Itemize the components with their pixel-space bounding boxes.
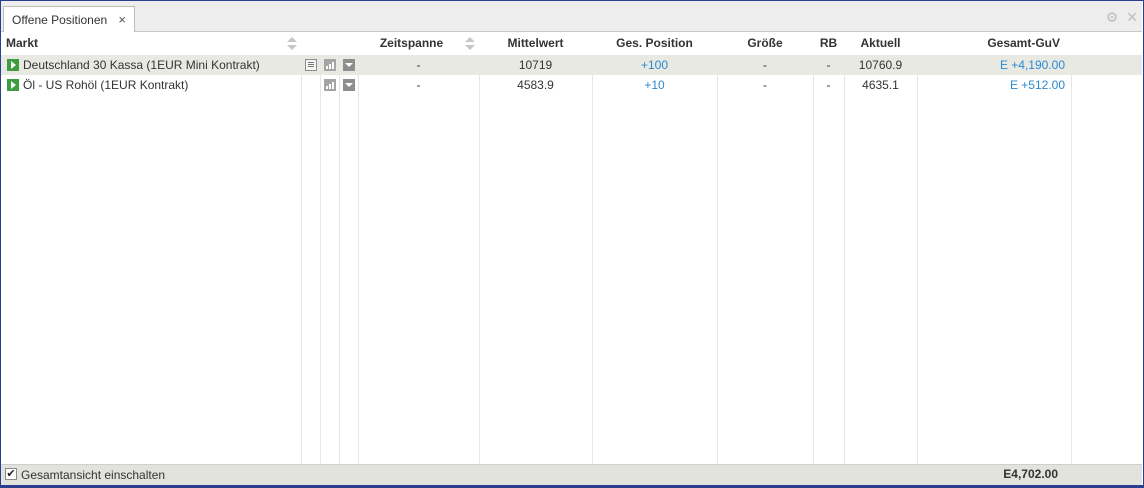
cell-zeitspanne: - — [416, 58, 421, 72]
tab-offene-positionen[interactable]: Offene Positionen × — [3, 6, 135, 33]
cell-ges-position: +10 — [644, 78, 665, 92]
column-divider — [1071, 32, 1072, 464]
cell-markt[interactable]: Öl - US Rohöl (1EUR Kontrakt) — [23, 75, 188, 95]
cell-ges-position: +100 — [640, 58, 669, 72]
header-rb[interactable]: RB — [813, 32, 844, 55]
open-market-icon[interactable] — [7, 59, 19, 71]
column-divider — [358, 32, 359, 464]
header-markt[interactable]: Markt — [6, 32, 38, 55]
cell-gesamt-guv: E +4,190.00 — [999, 58, 1065, 72]
column-divider — [339, 32, 340, 464]
close-window-icon[interactable]: ✕ — [1126, 9, 1138, 25]
column-divider — [844, 32, 845, 464]
gesamtansicht-label[interactable]: Gesamtansicht einschalten — [21, 468, 165, 482]
column-divider — [301, 32, 302, 464]
dropdown-icon[interactable] — [343, 79, 355, 91]
column-divider — [479, 32, 480, 464]
sort-zeitspanne-icon[interactable] — [465, 37, 475, 51]
tab-close-icon[interactable]: × — [118, 7, 126, 33]
tab-label: Offene Positionen — [12, 13, 108, 27]
total-guv: E4,702.00 — [1003, 467, 1058, 481]
cell-mittelwert: 10719 — [518, 58, 553, 72]
column-divider — [717, 32, 718, 464]
cell-markt[interactable]: Deutschland 30 Kassa (1EUR Mini Kontrakt… — [23, 55, 260, 75]
settings-gear-icon[interactable]: ⚙ — [1106, 9, 1119, 25]
tab-bar: Offene Positionen × ⚙ ✕ — [1, 1, 1142, 33]
sort-markt-icon[interactable] — [287, 37, 297, 51]
table-row[interactable]: Öl - US Rohöl (1EUR Kontrakt) - 4583.9 +… — [1, 75, 1142, 95]
gesamtansicht-checkbox[interactable]: ✔ — [5, 468, 17, 480]
header-mittelwert[interactable]: Mittelwert — [479, 32, 592, 55]
cell-groesse: - — [763, 78, 767, 92]
cell-rb: - — [826, 58, 831, 72]
column-divider — [592, 32, 593, 464]
chart-icon[interactable] — [324, 79, 336, 91]
window-controls: ⚙ ✕ — [1106, 9, 1138, 25]
chart-icon[interactable] — [324, 59, 336, 71]
header-groesse[interactable]: Größe — [717, 32, 813, 55]
cell-groesse: - — [763, 58, 767, 72]
column-divider — [813, 32, 814, 464]
cell-aktuell: 10760.9 — [858, 58, 903, 72]
cell-gesamt-guv: E +512.00 — [1009, 78, 1065, 92]
header-gesamt-guv[interactable]: Gesamt-GuV — [917, 32, 1060, 55]
ticket-icon[interactable] — [305, 59, 317, 71]
header-aktuell[interactable]: Aktuell — [844, 32, 917, 55]
cell-mittelwert: 4583.9 — [517, 78, 554, 92]
header-zeitspanne[interactable]: Zeitspanne — [358, 32, 479, 55]
header-ges-position[interactable]: Ges. Position — [592, 32, 717, 55]
column-divider — [320, 32, 321, 464]
cell-zeitspanne: - — [416, 78, 421, 92]
open-market-icon[interactable] — [7, 79, 19, 91]
column-divider — [917, 32, 918, 464]
footer-bar: ✔ Gesamtansicht einschalten E4,702.00 — [1, 464, 1142, 485]
grid-header: Markt Zeitspanne Mittelwert Ges. Positio… — [1, 32, 1142, 55]
dropdown-icon[interactable] — [343, 59, 355, 71]
table-row[interactable]: Deutschland 30 Kassa (1EUR Mini Kontrakt… — [1, 55, 1142, 75]
positions-grid: Markt Zeitspanne Mittelwert Ges. Positio… — [1, 32, 1142, 464]
cell-rb: - — [826, 78, 831, 92]
cell-aktuell: 4635.1 — [862, 78, 899, 92]
